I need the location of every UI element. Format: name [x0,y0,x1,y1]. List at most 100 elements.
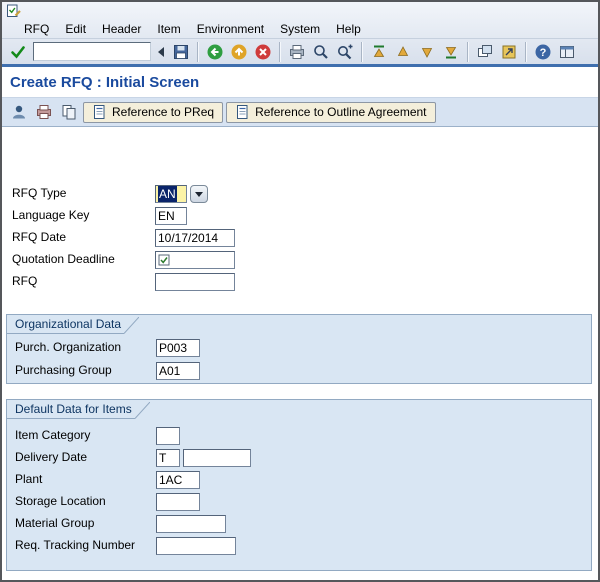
material-group-row: Material Group [7,514,591,534]
back-button[interactable] [204,41,226,63]
tab-diagonal [124,317,140,334]
shortcut-button[interactable] [498,41,520,63]
next-page-button[interactable] [416,41,438,63]
quotation-deadline-field[interactable] [155,251,235,269]
customize-button[interactable] [556,41,578,63]
menu-environment[interactable]: Environment [189,21,272,37]
req-tracking-number-row: Req. Tracking Number [7,536,591,556]
print-icon [290,44,304,59]
menu-edit[interactable]: Edit [57,21,94,37]
help-button[interactable]: ? [532,41,554,63]
material-group-field[interactable] [156,515,226,533]
toolbar-separator [279,41,281,62]
plant-label: Plant [15,472,43,486]
svg-text:?: ? [540,47,547,59]
req-tracking-number-label: Req. Tracking Number [15,538,136,552]
shortcut-icon [502,45,516,58]
overview-button[interactable] [58,101,80,123]
user-icon [13,105,25,119]
print-button[interactable] [286,41,308,63]
plant-row: Plant 1AC [7,470,591,490]
value-help-button[interactable] [190,185,208,203]
plant-field[interactable]: 1AC [156,471,200,489]
delivery-date-row: Delivery Date T [7,448,591,468]
last-page-button[interactable] [440,41,462,63]
menu-bar: RFQ Edit Header Item Environment System … [2,19,598,39]
find-next-icon [338,44,353,59]
menu-item[interactable]: Item [149,21,188,37]
item-category-label: Item Category [15,428,91,442]
rfq-type-field[interactable]: AN [155,185,187,203]
delivery-date-field[interactable] [183,449,251,467]
system-menu-row [6,3,22,19]
exit-button[interactable] [228,41,250,63]
sap-window: RFQ Edit Header Item Environment System … [0,0,600,582]
item-category-row: Item Category [7,426,591,446]
cancel-button[interactable] [252,41,274,63]
next-page-icon [421,47,433,58]
group-title: Organizational Data [7,315,125,334]
reference-to-preq-button[interactable]: Reference to PReq [83,101,224,123]
language-key-row: Language Key EN [2,206,598,226]
prev-page-button[interactable] [392,41,414,63]
toolbar-separator [361,41,363,62]
rfq-date-row: RFQ Date 10/17/2014 [2,228,598,248]
save-button[interactable] [170,41,192,63]
toolbar-separator [525,41,527,62]
find-button[interactable] [310,41,332,63]
standard-toolbar: ? [2,39,598,64]
first-page-icon [373,45,385,57]
menu-rfq[interactable]: RFQ [16,21,57,37]
new-session-button[interactable] [474,41,496,63]
user-button[interactable] [8,101,30,123]
group-title-tab: Default Data for Items [7,400,150,419]
first-page-button[interactable] [368,41,390,63]
purch-organization-field[interactable]: P003 [156,339,200,357]
application-toolbar: Reference to PReq Reference to Outline A… [2,97,598,127]
cancel-icon [255,44,271,59]
exit-icon [231,44,247,59]
storage-location-field[interactable] [156,493,200,511]
save-icon [174,44,188,59]
find-next-button[interactable] [334,41,356,63]
button-label: Reference to Outline Agreement [255,105,427,119]
material-group-label: Material Group [15,516,95,530]
purchasing-group-row: Purchasing Group A01 [7,361,591,381]
tab-diagonal [134,402,150,419]
command-collapse-button[interactable] [153,41,168,63]
enter-check-icon [11,45,25,58]
group-title-tab: Organizational Data [7,315,140,334]
menu-system[interactable]: System [272,21,328,37]
toolbar-separator [467,41,469,62]
find-icon [314,44,328,59]
quotation-deadline-row: Quotation Deadline [2,250,598,270]
delivery-date-category-field[interactable]: T [156,449,180,467]
rfq-number-label: RFQ [12,274,38,288]
reference-to-outline-agreement-button[interactable]: Reference to Outline Agreement [226,101,436,123]
overview-icon [62,105,76,120]
menu-help[interactable]: Help [328,21,369,37]
delivery-date-label: Delivery Date [15,450,88,464]
purchasing-group-field[interactable]: A01 [156,362,200,380]
help-icon: ? [535,44,551,59]
enter-button[interactable] [7,41,29,63]
last-page-icon [445,46,457,58]
rfq-date-field[interactable]: 10/17/2014 [155,229,235,247]
language-key-field[interactable]: EN [155,207,187,225]
print-preview-button[interactable] [33,101,55,123]
command-field[interactable] [33,42,151,61]
default-data-items-group: Default Data for Items Item Category Del… [6,399,592,571]
document-icon [237,105,248,119]
req-tracking-number-field[interactable] [156,537,236,555]
toolbar-separator [197,41,199,62]
document-icon [94,105,105,119]
organizational-data-group: Organizational Data Purch. Organization … [6,314,592,384]
menu-header[interactable]: Header [94,21,149,37]
prev-page-icon [397,45,409,56]
item-category-field[interactable] [156,427,180,445]
system-menu-icon[interactable] [6,3,22,19]
new-session-icon [478,44,492,57]
collapse-arrow-icon [157,46,164,57]
rfq-number-field[interactable] [155,273,235,291]
rfq-type-row: RFQ Type AN [2,184,598,204]
